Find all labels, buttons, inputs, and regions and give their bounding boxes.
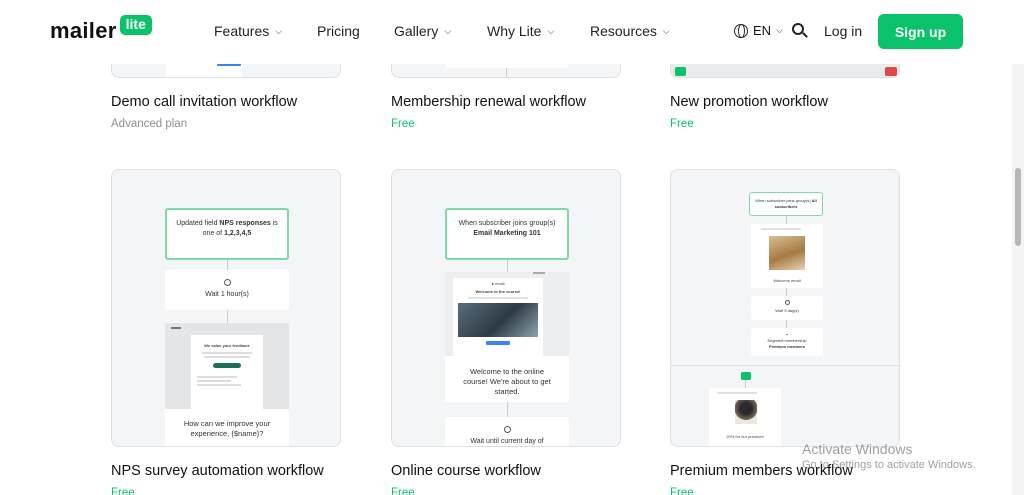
logo-wordmark: mailer xyxy=(50,18,117,43)
plan-label: Free xyxy=(670,487,694,495)
nav-resources[interactable]: Resources ⌵ xyxy=(590,23,670,39)
card-title-online-course[interactable]: Online course workflow xyxy=(391,463,541,479)
segment-node: ⋆ Segment membership Premium members xyxy=(751,328,823,356)
plan-label: Free xyxy=(391,487,415,495)
nav-pricing[interactable]: Pricing xyxy=(317,23,360,39)
email-node: 20% for our premium xyxy=(709,388,781,446)
nav-features-label: Features xyxy=(214,23,270,39)
chevron-down-icon: ⌵ xyxy=(547,25,555,36)
language-selector[interactable]: EN ⌵ xyxy=(734,23,783,38)
page-scrollbar[interactable] xyxy=(1012,0,1024,495)
clock-icon xyxy=(784,300,790,305)
signup-button[interactable]: Sign up xyxy=(878,14,963,49)
nav-why-lite[interactable]: Why Lite ⌵ xyxy=(487,23,554,39)
logo-badge: lite xyxy=(119,15,152,35)
nav-pricing-label: Pricing xyxy=(317,23,360,39)
plan-label: Advanced plan xyxy=(111,118,188,130)
plan-label: Free xyxy=(670,118,694,130)
wait-node: Wait 3 day(s) xyxy=(751,296,823,320)
email-node: Welcome email xyxy=(751,224,823,288)
nav-resources-label: Resources xyxy=(590,23,657,39)
globe-icon xyxy=(734,23,748,38)
nav-gallery-label: Gallery xyxy=(394,23,439,39)
card-preview-premium-members[interactable]: When subscriber joins group(s) All subsc… xyxy=(670,169,900,447)
windows-watermark-title: Activate Windows xyxy=(802,441,913,457)
card-title-demo-call[interactable]: Demo call invitation workflow xyxy=(111,94,297,110)
trigger-node: When subscriber joins group(s) All subsc… xyxy=(749,192,823,216)
language-label: EN xyxy=(753,23,772,38)
plan-label: Free xyxy=(111,487,135,495)
card-preview-nps-survey[interactable]: Updated field NPS responses is one of 1,… xyxy=(111,169,341,447)
card-title-nps-survey[interactable]: NPS survey automation workflow xyxy=(111,463,324,479)
wait-node: Wait until current day of xyxy=(445,417,569,446)
scrollbar-thumb[interactable] xyxy=(1015,168,1021,246)
card-preview-online-course[interactable]: When subscriber joins group(s) Email Mar… xyxy=(391,169,621,447)
card-title-new-promotion[interactable]: New promotion workflow xyxy=(670,94,828,110)
trigger-node: When subscriber joins group(s) Email Mar… xyxy=(445,208,569,260)
nav-why-lite-label: Why Lite xyxy=(487,23,542,39)
mailerlite-logo[interactable]: mailer lite xyxy=(50,15,152,44)
login-link[interactable]: Log in xyxy=(824,23,862,39)
clock-icon xyxy=(223,279,231,286)
chevron-down-icon: ⌵ xyxy=(444,25,452,36)
trigger-node: Updated field NPS responses is one of 1,… xyxy=(165,208,289,260)
top-navbar: mailer lite Features ⌵ Pricing Gallery ⌵… xyxy=(0,0,1024,64)
nav-features[interactable]: Features ⌵ xyxy=(214,23,282,39)
search-icon[interactable] xyxy=(792,23,808,39)
windows-watermark-subtitle: Go to Settings to activate Windows. xyxy=(802,459,976,471)
chevron-down-icon: ⌵ xyxy=(275,25,283,36)
email-node: We value your feedback How can we improv… xyxy=(165,323,289,446)
email-node: ● email Welcome to the course! Welcome t… xyxy=(445,272,569,402)
nav-gallery[interactable]: Gallery ⌵ xyxy=(394,23,451,39)
wait-node: Wait 1 hour(s) xyxy=(165,270,289,310)
plan-label: Free xyxy=(391,118,415,130)
branch-yes-icon xyxy=(741,372,751,380)
card-title-membership-renewal[interactable]: Membership renewal workflow xyxy=(391,94,586,110)
clock-icon xyxy=(503,426,511,433)
chevron-down-icon: ⌵ xyxy=(776,25,783,35)
chevron-down-icon: ⌵ xyxy=(662,25,670,36)
